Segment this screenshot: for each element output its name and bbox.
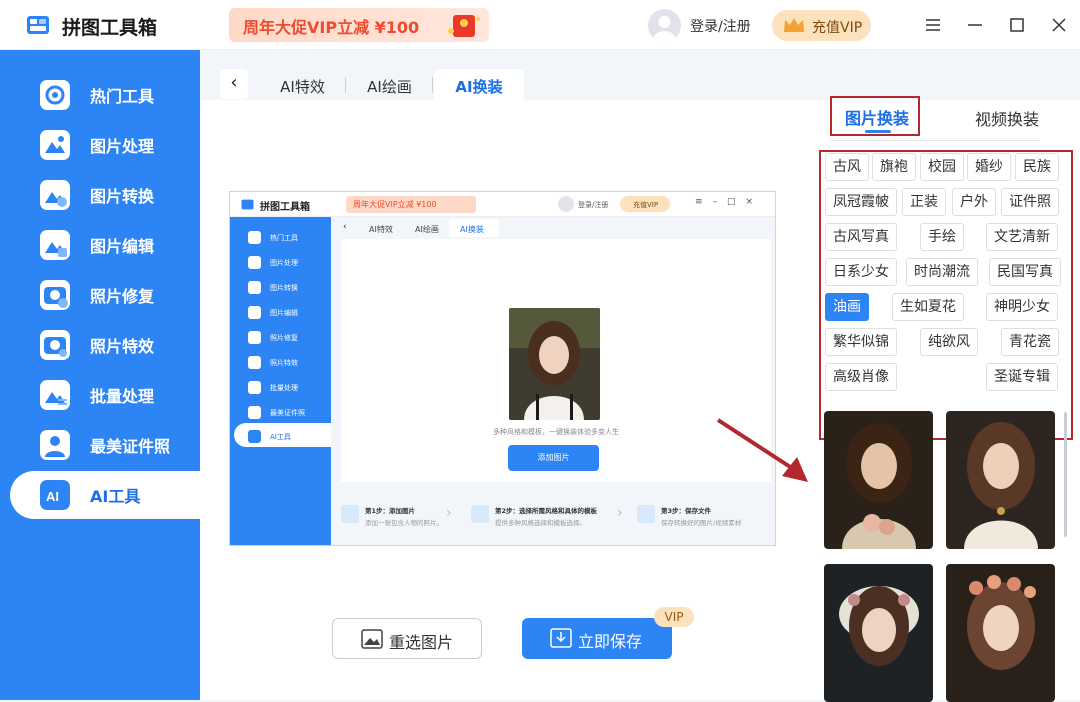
promo-text: 周年大促VIP立减 ¥100 (243, 18, 420, 37)
red-arrow-annotation (716, 418, 808, 482)
style-tag[interactable]: 繁华似锦 (825, 328, 897, 356)
maximize-icon[interactable] (1006, 14, 1028, 36)
crown-icon (784, 18, 804, 32)
reselect-label: 重选图片 (389, 633, 454, 652)
preview-image: 拼图工具箱 周年大促VIP立减 ¥100 登录/注册 充值VIP ≡–□× 热门… (229, 191, 776, 546)
ai-tools-icon: AI (40, 480, 70, 510)
style-tag[interactable]: 文艺清新 (986, 223, 1058, 251)
back-button[interactable]: ‹ (220, 69, 248, 99)
app-title: 拼图工具箱 (62, 17, 158, 39)
result-thumbnail[interactable] (946, 564, 1055, 702)
style-tag[interactable]: 纯欲风 (920, 328, 978, 356)
close-icon[interactable] (1048, 14, 1070, 36)
sidebar-item-photo-repair[interactable]: 照片修复 (10, 271, 200, 319)
batch-process-icon (40, 380, 70, 410)
image-convert-icon (40, 180, 70, 210)
style-tag[interactable]: 户外 (952, 188, 996, 216)
style-tag[interactable]: 民国写真 (989, 258, 1061, 286)
style-tag[interactable]: 婚纱 (967, 153, 1011, 181)
tab-ai-dress-up[interactable]: AI换装 (434, 69, 524, 100)
sidebar-item-id-photo[interactable]: 最美证件照 (10, 421, 200, 469)
photo-repair-icon (40, 280, 70, 310)
style-tag[interactable]: 时尚潮流 (906, 258, 978, 286)
download-icon (550, 628, 572, 648)
red-envelope-icon (448, 15, 480, 37)
back-arrow-icon: ‹ (230, 72, 238, 93)
style-tag[interactable]: 高级肖像 (825, 363, 897, 391)
reselect-image-button[interactable]: 重选图片 (332, 618, 482, 659)
app-logo-icon (241, 199, 254, 210)
sidebar-item-image-edit[interactable]: 图片编辑 (10, 221, 200, 269)
tab-video-dress-up[interactable]: 视频换装 (975, 106, 1039, 130)
style-tag[interactable]: 校园 (920, 153, 964, 181)
image-edit-icon (40, 230, 70, 260)
id-photo-icon (40, 430, 70, 460)
avatar[interactable] (648, 9, 681, 42)
style-tag[interactable]: 古风 (825, 153, 869, 181)
sidebar-item-image-convert[interactable]: 图片转换 (10, 171, 200, 219)
promo-banner[interactable]: 周年大促VIP立减 ¥100 (229, 8, 489, 42)
style-tag[interactable]: 手绘 (920, 223, 964, 251)
svg-text:AI: AI (46, 489, 59, 504)
minimize-icon[interactable] (964, 14, 986, 36)
avatar (558, 196, 574, 212)
sidebar-item-label: 照片特效 (90, 337, 155, 356)
user-icon (653, 16, 676, 42)
app-logo-icon (27, 16, 49, 34)
style-tag[interactable]: 古风写真 (825, 223, 897, 251)
sidebar-item-label: 照片修复 (90, 287, 155, 306)
login-register-link[interactable]: 登录/注册 (690, 16, 751, 36)
style-tag-selected[interactable]: 油画 (825, 293, 869, 321)
image-process-icon (40, 130, 70, 160)
image-icon (361, 629, 383, 649)
sidebar-item-hot-tools[interactable]: 热门工具 (10, 71, 200, 119)
main-panel: ‹ AI特效 AI绘画 AI换装 拼图工具箱 周年大促VIP立减 ¥100 登录… (200, 50, 1080, 702)
photo-effects-icon (40, 330, 70, 360)
style-tag[interactable]: 圣诞专辑 (986, 363, 1058, 391)
style-tag[interactable]: 神明少女 (986, 293, 1058, 321)
save-now-button[interactable]: 立即保存 (522, 618, 672, 659)
style-tag[interactable]: 正装 (902, 188, 946, 216)
style-tag[interactable]: 凤冠霞帔 (825, 188, 897, 216)
scrollbar[interactable] (1064, 412, 1067, 537)
style-tag[interactable]: 证件照 (1001, 188, 1059, 216)
tab-ai-painting[interactable]: AI绘画 (352, 69, 427, 100)
sidebar-item-label: 热门工具 (90, 87, 155, 106)
sidebar-item-photo-effects[interactable]: 照片特效 (10, 321, 200, 369)
recharge-vip-button[interactable]: 充值VIP (772, 10, 871, 41)
portrait-photo (509, 308, 600, 420)
title-bar: 拼图工具箱 周年大促VIP立减 ¥100 登录/注册 充值VIP (0, 0, 1080, 50)
style-tag[interactable]: 旗袍 (872, 153, 916, 181)
sidebar-item-ai-tools[interactable]: AI AI工具 (10, 471, 200, 519)
result-thumbnail[interactable] (946, 411, 1055, 549)
sidebar-item-batch-process[interactable]: 批量处理 (10, 371, 200, 419)
style-tag[interactable]: 青花瓷 (1001, 328, 1059, 356)
result-thumbnail[interactable] (824, 411, 933, 549)
highlight-box (830, 96, 920, 136)
sidebar-item-image-process[interactable]: 图片处理 (10, 121, 200, 169)
sidebar-item-label: 图片转换 (90, 187, 155, 206)
sidebar-item-label: 图片编辑 (90, 237, 155, 256)
tab-ai-effects[interactable]: AI特效 (265, 69, 340, 100)
menu-icon[interactable] (922, 14, 944, 36)
recharge-vip-label: 充值VIP (812, 20, 863, 36)
style-tag[interactable]: 民族 (1015, 153, 1059, 181)
hot-tools-icon (40, 80, 70, 110)
sidebar-item-label: AI工具 (90, 487, 141, 506)
result-thumbnail[interactable] (824, 564, 933, 702)
sidebar: 热门工具 图片处理 图片转换 图片编辑 照片修复 照片特效 批量处理 最美证件照… (0, 50, 200, 700)
sidebar-item-label: 图片处理 (90, 137, 155, 156)
save-label: 立即保存 (578, 632, 643, 651)
style-tag[interactable]: 生如夏花 (892, 293, 964, 321)
vip-badge: VIP (654, 607, 694, 627)
style-tag[interactable]: 日系少女 (825, 258, 897, 286)
sidebar-item-label: 最美证件照 (90, 437, 171, 456)
sidebar-item-label: 批量处理 (90, 387, 155, 406)
